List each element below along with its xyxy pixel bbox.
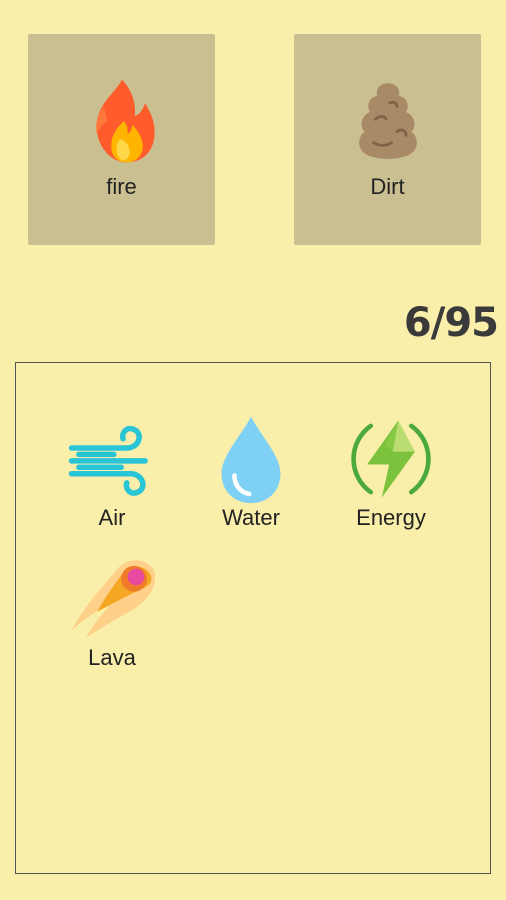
discovered-counter: 6/95 [403, 300, 499, 346]
inventory-item-label: Air [98, 505, 126, 530]
water-drop-icon [221, 416, 281, 504]
element-inventory[interactable]: Air Water Energy Lava [15, 362, 491, 874]
combine-slot-right[interactable]: Dirt [294, 34, 481, 245]
slot-right-label: Dirt [370, 174, 405, 199]
inventory-item-label: Lava [88, 645, 136, 670]
slot-left-label: fire [106, 174, 137, 199]
dirt-icon [358, 83, 417, 159]
inventory-item-label: Energy [356, 505, 426, 530]
inventory-item-energy[interactable]: Energy [321, 413, 461, 543]
inventory-item-air[interactable]: Air [42, 413, 182, 543]
lightning-icon [351, 420, 431, 498]
fire-icon [95, 79, 155, 163]
wind-icon [68, 425, 148, 496]
comet-icon [71, 560, 156, 638]
inventory-item-label: Water [222, 505, 280, 530]
combine-slot-left[interactable]: fire [28, 34, 215, 245]
inventory-item-water[interactable]: Water [181, 413, 321, 543]
inventory-item-lava[interactable]: Lava [42, 553, 182, 683]
